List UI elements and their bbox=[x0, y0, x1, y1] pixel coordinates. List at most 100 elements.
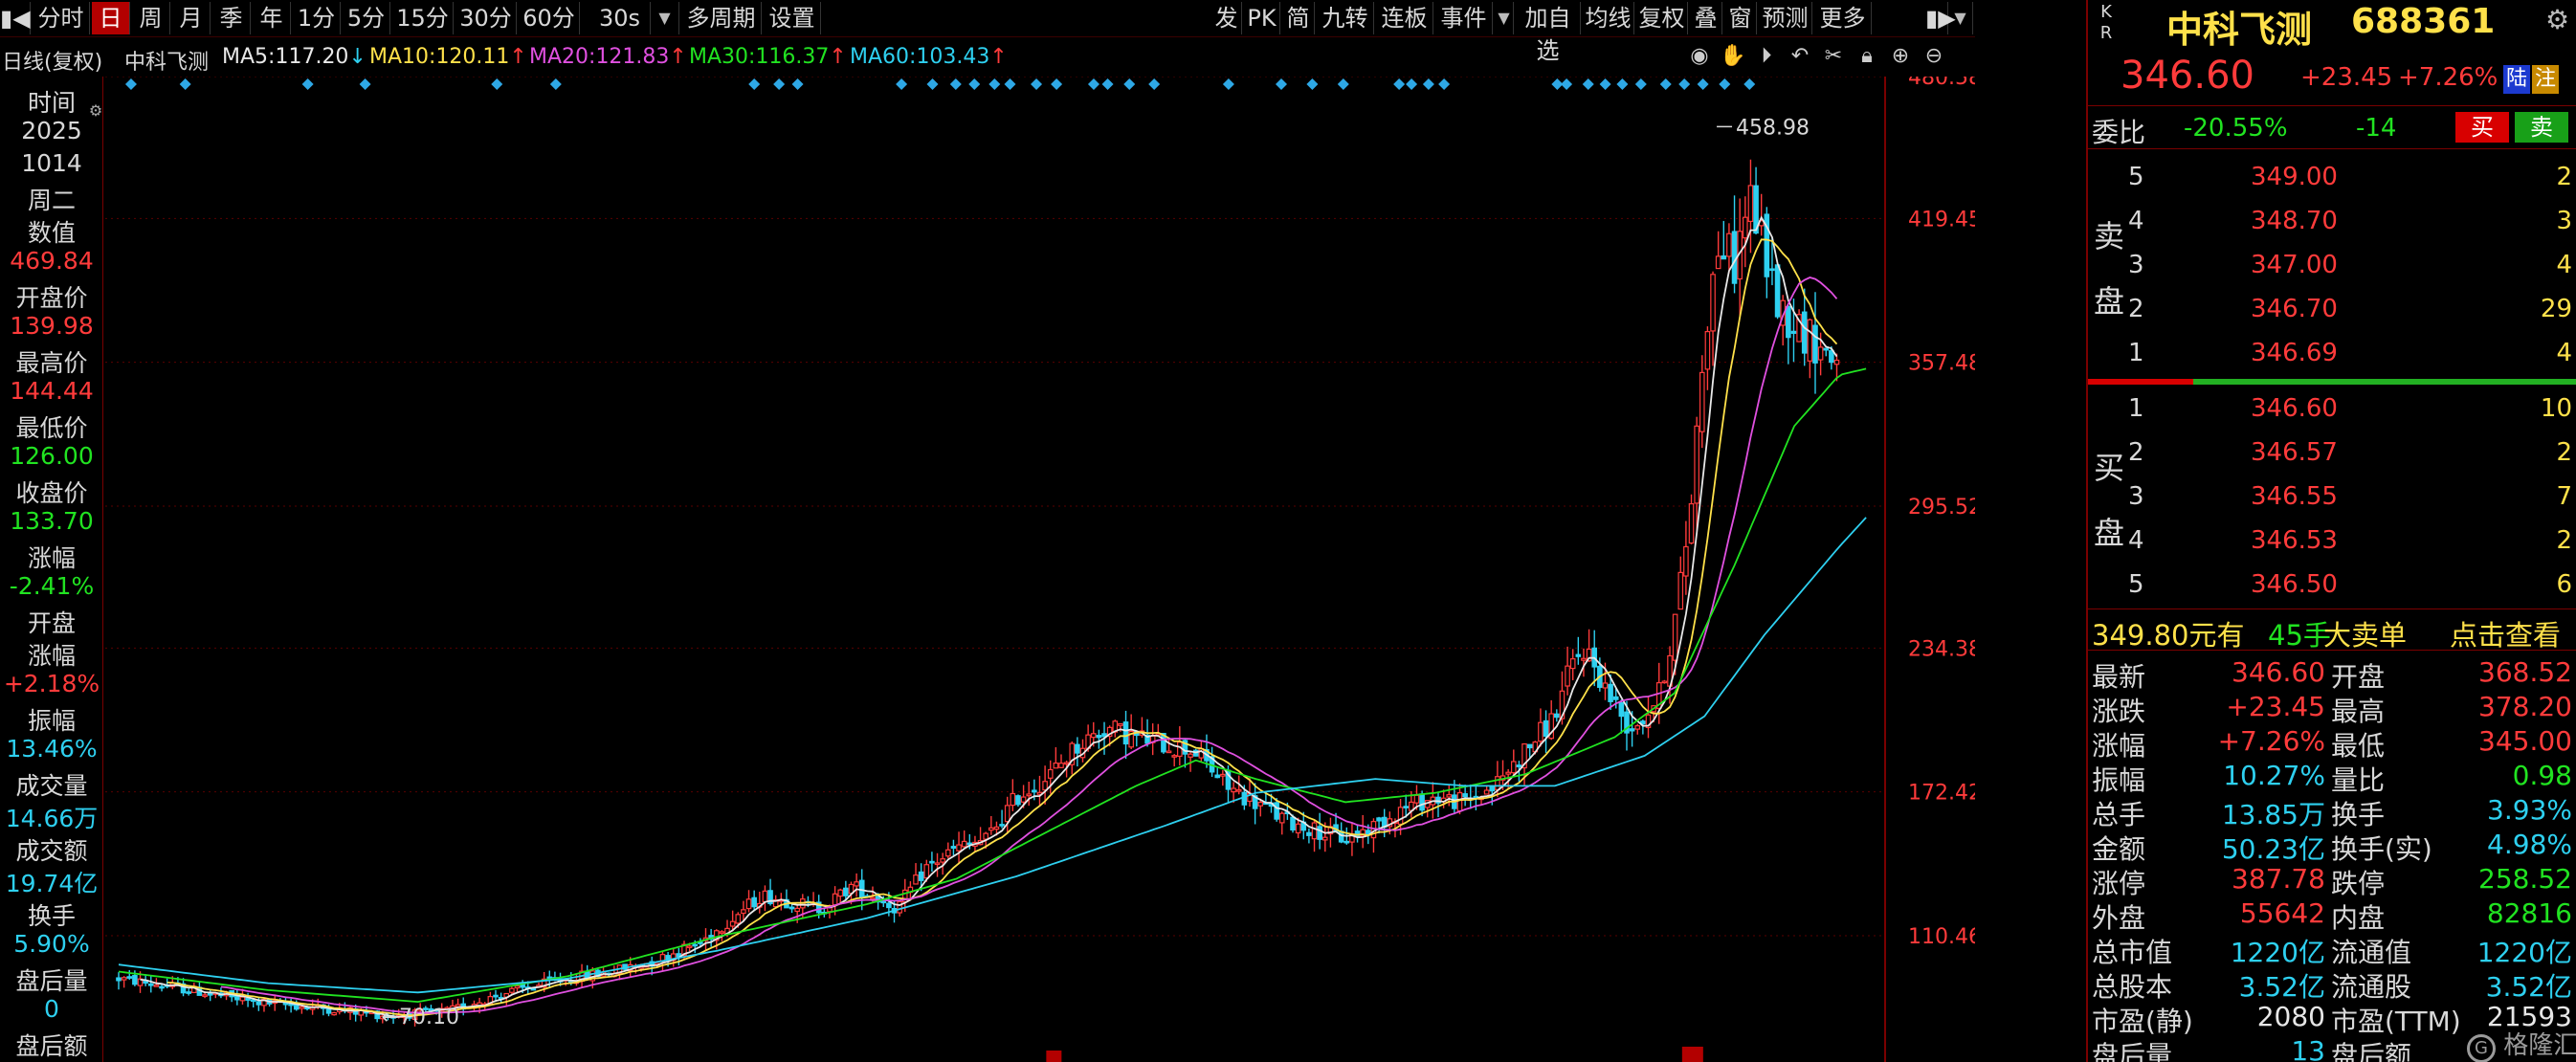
candle-body bbox=[1166, 750, 1172, 754]
period-btn-13[interactable]: 设置 bbox=[764, 2, 821, 34]
toolbar-btn-0[interactable]: 发 bbox=[1211, 2, 1242, 34]
candle-body bbox=[1419, 793, 1425, 811]
ma30-legend[interactable]: MA30:116.37↑ bbox=[689, 45, 847, 69]
undo-icon[interactable]: ↶ bbox=[1787, 43, 1813, 70]
sell-level-row[interactable]: 5 349.00 2 bbox=[2088, 155, 2576, 199]
scissors-icon[interactable]: ✂ bbox=[1820, 43, 1847, 70]
candle-body bbox=[250, 999, 256, 1003]
low-label: ←70.10 bbox=[382, 1006, 459, 1029]
ma60-legend[interactable]: MA60:103.43↑ bbox=[850, 45, 1008, 69]
ma60-value: 103.43 bbox=[916, 45, 990, 69]
high-label: 458.98 bbox=[1736, 116, 1810, 140]
event-marker-icon bbox=[1123, 78, 1136, 90]
event-marker-icon bbox=[748, 78, 761, 90]
ma5-line bbox=[140, 215, 1838, 1018]
weicha-value: -14 bbox=[2356, 114, 2397, 143]
candle-body bbox=[1321, 836, 1328, 841]
sell-level-row[interactable]: 1 346.69 4 bbox=[2088, 331, 2576, 375]
period-btn-10[interactable]: 60分 bbox=[519, 2, 580, 34]
candle-body bbox=[1317, 826, 1322, 840]
toolbar-btn-3[interactable]: 九转 bbox=[1317, 2, 1374, 34]
toolbar-btn-1[interactable]: PK bbox=[1244, 2, 1280, 34]
buy-button[interactable]: 买 bbox=[2455, 112, 2509, 143]
candle-body bbox=[1634, 725, 1641, 730]
buy-level-row[interactable]: 2 346.57 2 bbox=[2088, 431, 2576, 475]
period-btn-7[interactable]: 5分 bbox=[343, 2, 390, 34]
kline-chart[interactable]: 480.58 419.45 357.48 295.52 234.38 172.42 110.… bbox=[105, 77, 1975, 1062]
candle-body bbox=[1241, 791, 1248, 806]
toolbar-btn-12[interactable]: 更多 bbox=[1814, 2, 1872, 34]
period-btn-4[interactable]: 季 bbox=[212, 2, 251, 34]
ma20-legend[interactable]: MA20:121.83↑ bbox=[529, 45, 687, 69]
candle-body bbox=[940, 858, 945, 863]
toolbar-btn-6[interactable]: 加自选 bbox=[1516, 2, 1581, 64]
candle-body bbox=[1090, 733, 1097, 739]
quote-row: 涨跌 +23.45 最高 378.20 bbox=[2088, 689, 2576, 727]
period-btn-3[interactable]: 月 bbox=[172, 2, 211, 34]
big-order-link[interactable]: 点击查看 bbox=[2450, 613, 2561, 653]
candle-body bbox=[1257, 802, 1264, 807]
change-value: -2.41% bbox=[9, 572, 95, 600]
rongzi-badge[interactable]: 注 bbox=[2532, 65, 2559, 94]
event-marker-icon bbox=[1004, 78, 1016, 90]
buy-level-row[interactable]: 4 346.53 2 bbox=[2088, 519, 2576, 563]
toolbar-btn-2[interactable]: 简 bbox=[1282, 2, 1315, 34]
sell-level-price: 346.69 bbox=[2251, 339, 2338, 367]
event-marker-icon bbox=[1697, 78, 1709, 90]
buy-level-row[interactable]: 5 346.50 6 bbox=[2088, 563, 2576, 607]
toolbar-btn-9[interactable]: 叠 bbox=[1690, 2, 1722, 34]
period-btn-6[interactable]: 1分 bbox=[293, 2, 341, 34]
toolbar-more-dropdown-icon[interactable]: ▼ bbox=[1948, 2, 1973, 34]
candle-body bbox=[1177, 741, 1183, 757]
candle-body bbox=[1774, 264, 1781, 318]
period-btn-2[interactable]: 周 bbox=[132, 2, 170, 34]
toolbar-expand-icon[interactable]: ▮◀ bbox=[0, 2, 31, 34]
period-btn-1[interactable]: 日 bbox=[92, 2, 130, 34]
period-dropdown-icon[interactable]: ▼ bbox=[651, 2, 679, 34]
event-dropdown-icon[interactable]: ▼ bbox=[1495, 2, 1514, 34]
kline-type-label[interactable]: 日线(复权) bbox=[2, 45, 102, 76]
hand-icon[interactable]: ✋ bbox=[1720, 43, 1746, 70]
period-btn-0[interactable]: 分时 bbox=[33, 2, 90, 34]
period-btn-30s[interactable]: 30s bbox=[589, 2, 651, 34]
toolbar-btn-11[interactable]: 预测 bbox=[1759, 2, 1812, 34]
quote-settings-icon[interactable]: ⚙ bbox=[2545, 4, 2569, 35]
y-tick-label: 357.48 bbox=[1908, 352, 1975, 376]
toolbar-btn-10[interactable]: 窗 bbox=[1724, 2, 1757, 34]
eye-icon[interactable]: ◉ bbox=[1686, 43, 1713, 70]
toolbar-btn-8[interactable]: 复权 bbox=[1636, 2, 1688, 34]
sell-button[interactable]: 卖 bbox=[2515, 112, 2568, 143]
period-btn-9[interactable]: 30分 bbox=[455, 2, 517, 34]
sell-level-num: 4 bbox=[2128, 207, 2144, 235]
candle-body bbox=[1608, 683, 1613, 702]
play-icon[interactable]: ⏵ bbox=[1753, 43, 1780, 70]
lugutong-badge[interactable]: 陆 bbox=[2503, 65, 2530, 94]
event-marker-icon bbox=[1743, 78, 1756, 90]
toolbar-btn-5[interactable]: 事件 bbox=[1435, 2, 1493, 34]
sell-level-row[interactable]: 2 346.70 29 bbox=[2088, 287, 2576, 331]
zoom-out-icon[interactable]: ⊖ bbox=[1921, 43, 1947, 70]
ma10-legend[interactable]: MA10:120.11↑ bbox=[369, 45, 527, 69]
period-btn-12[interactable]: 多周期 bbox=[681, 2, 762, 34]
lock-icon[interactable]: 🔒︎ bbox=[1854, 43, 1880, 70]
sell-level-num: 2 bbox=[2128, 295, 2144, 323]
zoom-in-icon[interactable]: ⊕ bbox=[1887, 43, 1914, 70]
ma5-legend[interactable]: MA5:117.20↓ bbox=[222, 45, 366, 69]
candle-body bbox=[1516, 764, 1522, 767]
quote-value: +23.45 bbox=[2226, 691, 2325, 722]
big-order-row[interactable]: 349.80元有 45手 大卖单 点击查看 bbox=[2088, 608, 2576, 653]
toolbar-collapse-icon[interactable]: ▮▶ bbox=[1925, 2, 1956, 34]
toolbar-btn-4[interactable]: 连板 bbox=[1376, 2, 1433, 34]
period-btn-5[interactable]: 年 bbox=[253, 2, 291, 34]
period-btn-8[interactable]: 15分 bbox=[392, 2, 454, 34]
buy-level-row[interactable]: 3 346.55 7 bbox=[2088, 475, 2576, 519]
kline-svg[interactable]: 480.58 419.45 357.48 295.52 234.38 172.42 110.… bbox=[105, 77, 1975, 1062]
buy-level-row[interactable]: 1 346.60 10 bbox=[2088, 387, 2576, 431]
sell-level-price: 348.70 bbox=[2251, 207, 2338, 235]
toolbar-btn-7[interactable]: 均线 bbox=[1583, 2, 1634, 34]
ma10-line bbox=[167, 238, 1838, 1017]
sell-level-row[interactable]: 3 347.00 4 bbox=[2088, 243, 2576, 287]
candle-body bbox=[1075, 743, 1080, 754]
sell-level-row[interactable]: 4 348.70 3 bbox=[2088, 199, 2576, 243]
quote-change: +23.45 bbox=[2300, 63, 2393, 92]
